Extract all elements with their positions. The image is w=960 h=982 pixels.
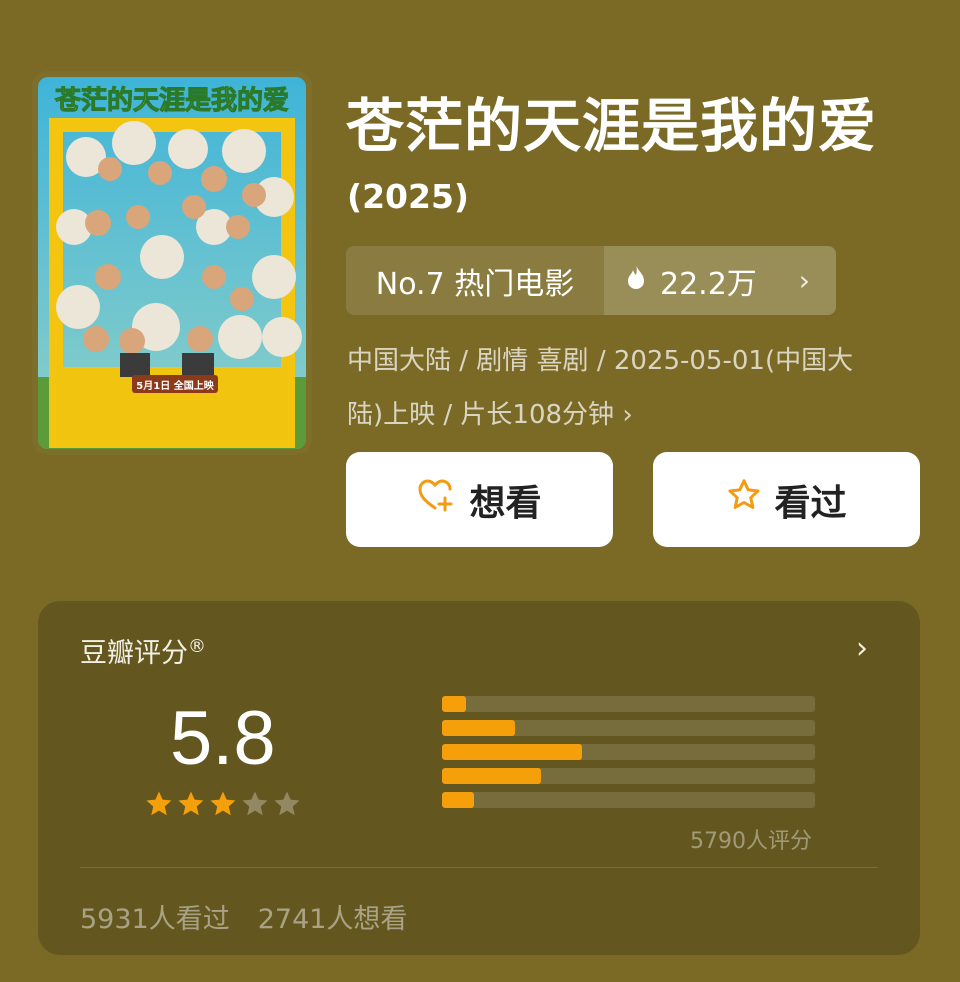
poster-date: 5月1日 全国上映 xyxy=(136,379,214,392)
divider xyxy=(80,867,878,868)
chevron-right-icon[interactable]: › xyxy=(856,631,868,666)
rating-bar-fill xyxy=(442,768,541,784)
rating-bar-fill xyxy=(442,720,515,736)
rank-bar[interactable]: No.7 热门电影 22.2万 › xyxy=(346,246,836,315)
rating-bar-track xyxy=(442,768,815,784)
rating-title: 豆瓣评分® xyxy=(80,631,206,670)
meta-line-2: 陆)上映 / 片长108分钟 › xyxy=(347,400,633,430)
star-filled-icon xyxy=(210,791,236,816)
star-filled-icon xyxy=(146,791,172,816)
watched-button[interactable]: 看过 xyxy=(653,452,920,547)
heat-link[interactable]: 22.2万 › xyxy=(604,246,836,315)
star-empty-icon xyxy=(242,791,268,816)
meta-line-1: 中国大陆 / 剧情 喜剧 / 2025-05-01(中国大 xyxy=(347,346,854,376)
want-to-watch-button[interactable]: 想看 xyxy=(346,452,613,547)
rating-bar-fill xyxy=(442,792,474,808)
movie-meta[interactable]: 中国大陆 / 剧情 喜剧 / 2025-05-01(中国大 陆)上映 / 片长1… xyxy=(347,334,907,442)
heart-plus-icon xyxy=(417,477,457,522)
chevron-right-icon: › xyxy=(798,264,810,297)
page-title: 苍茫的天涯是我的爱 xyxy=(346,92,878,160)
rating-bar-track xyxy=(442,792,815,808)
rating-title-text: 豆瓣评分 xyxy=(80,638,188,669)
douban-rating-card[interactable]: 豆瓣评分® › 5.8 5790人评分 5931人看过 2741人想看 xyxy=(38,601,920,955)
seen-count: 5931人看过 xyxy=(80,904,230,935)
rating-bar-track xyxy=(442,720,815,736)
want-label: 想看 xyxy=(469,482,542,524)
rank-label[interactable]: No.7 热门电影 xyxy=(346,246,604,315)
rating-bar-fill xyxy=(442,744,582,760)
poster-image: 5月1日 全国上映 苍茫的天涯是我的爱 xyxy=(38,77,306,449)
rating-bar-track xyxy=(442,744,815,760)
fire-icon xyxy=(626,263,646,298)
rating-bar-fill xyxy=(442,696,467,712)
star-empty-icon xyxy=(274,791,300,816)
release-year: (2025) xyxy=(347,177,470,216)
movie-poster[interactable]: 5月1日 全国上映 苍茫的天涯是我的爱 xyxy=(38,77,306,449)
seen-label: 看过 xyxy=(774,482,847,524)
rating-count: 5790人评分 xyxy=(690,829,812,854)
rating-bar-track xyxy=(442,696,815,712)
trademark-mark: ® xyxy=(188,636,206,657)
score-stars xyxy=(144,789,302,819)
star-outline-icon xyxy=(726,477,762,522)
poster-title: 苍茫的天涯是我的爱 xyxy=(54,85,289,116)
rating-score: 5.8 xyxy=(170,696,276,781)
heat-value: 22.2万 xyxy=(660,266,757,302)
want-count: 2741人想看 xyxy=(257,904,408,935)
star-filled-icon xyxy=(178,791,204,816)
watch-stats: 5931人看过 2741人想看 xyxy=(80,897,407,936)
